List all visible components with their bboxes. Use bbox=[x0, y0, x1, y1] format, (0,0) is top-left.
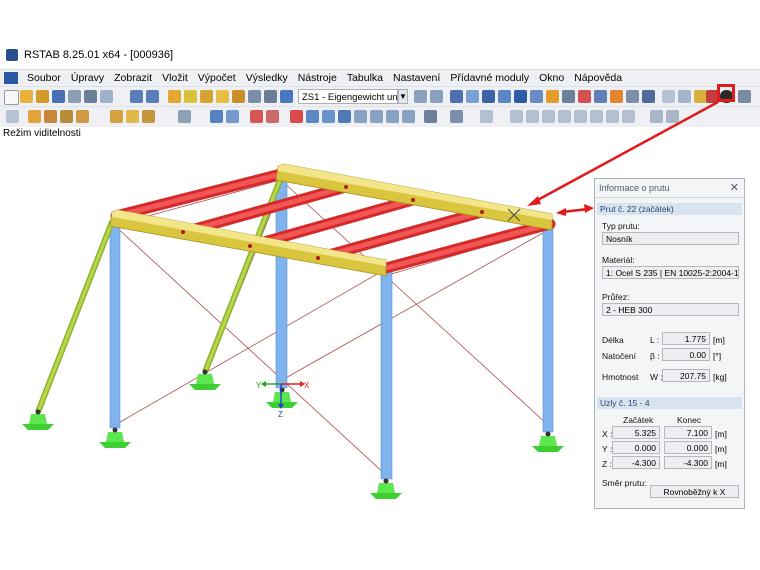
panel-title: Informace o prutu bbox=[599, 183, 670, 193]
node bbox=[316, 256, 320, 260]
supports bbox=[22, 369, 564, 499]
length-symbol: L : bbox=[650, 335, 660, 345]
material-field: 1: Ocel S 235 | EN 10025-2:2004-11 bbox=[602, 266, 739, 279]
y-axis-label: Y bbox=[256, 381, 262, 390]
brace-cable bbox=[114, 269, 385, 426]
z-unit: [m] bbox=[715, 459, 727, 469]
x-coordinate-label: X : bbox=[602, 429, 613, 439]
arrow-head-icon bbox=[527, 196, 541, 206]
support-icon bbox=[22, 409, 54, 430]
mass-label: Hmotnost bbox=[602, 372, 639, 382]
mass-symbol: W : bbox=[650, 372, 663, 382]
column bbox=[109, 219, 121, 429]
y-coordinate-label: Y : bbox=[602, 444, 613, 454]
strut-highlight bbox=[36, 221, 114, 413]
section-field: 2 - HEB 300 bbox=[602, 303, 739, 316]
x-axis-label: X bbox=[304, 381, 310, 390]
rotation-symbol: β : bbox=[650, 351, 660, 361]
direction-field: Rovnoběžný k X bbox=[650, 485, 739, 498]
z-coordinate-label: Z : bbox=[602, 459, 612, 469]
mass-field: 207.75 bbox=[662, 369, 710, 382]
y-axis-arrow-icon bbox=[261, 381, 266, 387]
mass-unit: [kg] bbox=[713, 372, 727, 382]
support-icon bbox=[370, 478, 402, 499]
length-field: 1.775 bbox=[662, 332, 710, 345]
z-end-field: -4.300 bbox=[664, 456, 712, 469]
z-axis-label: Z bbox=[278, 410, 283, 419]
length-label: Délka bbox=[602, 335, 624, 345]
rotation-label: Natočení bbox=[602, 351, 637, 361]
node bbox=[411, 198, 415, 202]
y-end-field: 0.000 bbox=[664, 441, 712, 454]
rotation-unit: [°] bbox=[713, 351, 722, 361]
arrow-head-icon bbox=[584, 204, 594, 213]
support-icon bbox=[99, 427, 131, 448]
start-column-label: Začátek bbox=[623, 415, 654, 425]
nodes-section-header: Uzly č. 15 - 4 bbox=[597, 397, 742, 409]
direction-label: Směr prutu: bbox=[602, 478, 647, 488]
section-label: Průřez: bbox=[602, 292, 630, 302]
node bbox=[181, 230, 185, 234]
arrow-head-icon bbox=[556, 208, 566, 216]
column bbox=[542, 223, 554, 433]
member-section-header: Prut č. 22 (začátek) bbox=[597, 203, 742, 215]
node bbox=[480, 210, 484, 214]
y-start-field: 0.000 bbox=[612, 441, 660, 454]
node bbox=[344, 185, 348, 189]
length-unit: [m] bbox=[713, 335, 725, 345]
type-field: Nosník bbox=[602, 232, 739, 245]
x-start-field: 5.325 bbox=[612, 426, 660, 439]
material-label: Materiál: bbox=[602, 255, 635, 265]
y-unit: [m] bbox=[715, 444, 727, 454]
z-start-field: -4.300 bbox=[612, 456, 660, 469]
rotation-field: 0.00 bbox=[662, 348, 710, 361]
x-unit: [m] bbox=[715, 429, 727, 439]
type-label: Typ prutu: bbox=[602, 221, 640, 231]
member-info-panel: Informace o prutu ✕ Prut č. 22 (začátek)… bbox=[594, 178, 745, 509]
node bbox=[248, 244, 252, 248]
x-end-field: 7.100 bbox=[664, 426, 712, 439]
end-column-label: Konec bbox=[677, 415, 702, 425]
panel-header: Informace o prutu ✕ bbox=[595, 179, 744, 198]
close-icon[interactable]: ✕ bbox=[730, 181, 739, 194]
support-icon bbox=[532, 431, 564, 452]
column bbox=[380, 267, 393, 480]
